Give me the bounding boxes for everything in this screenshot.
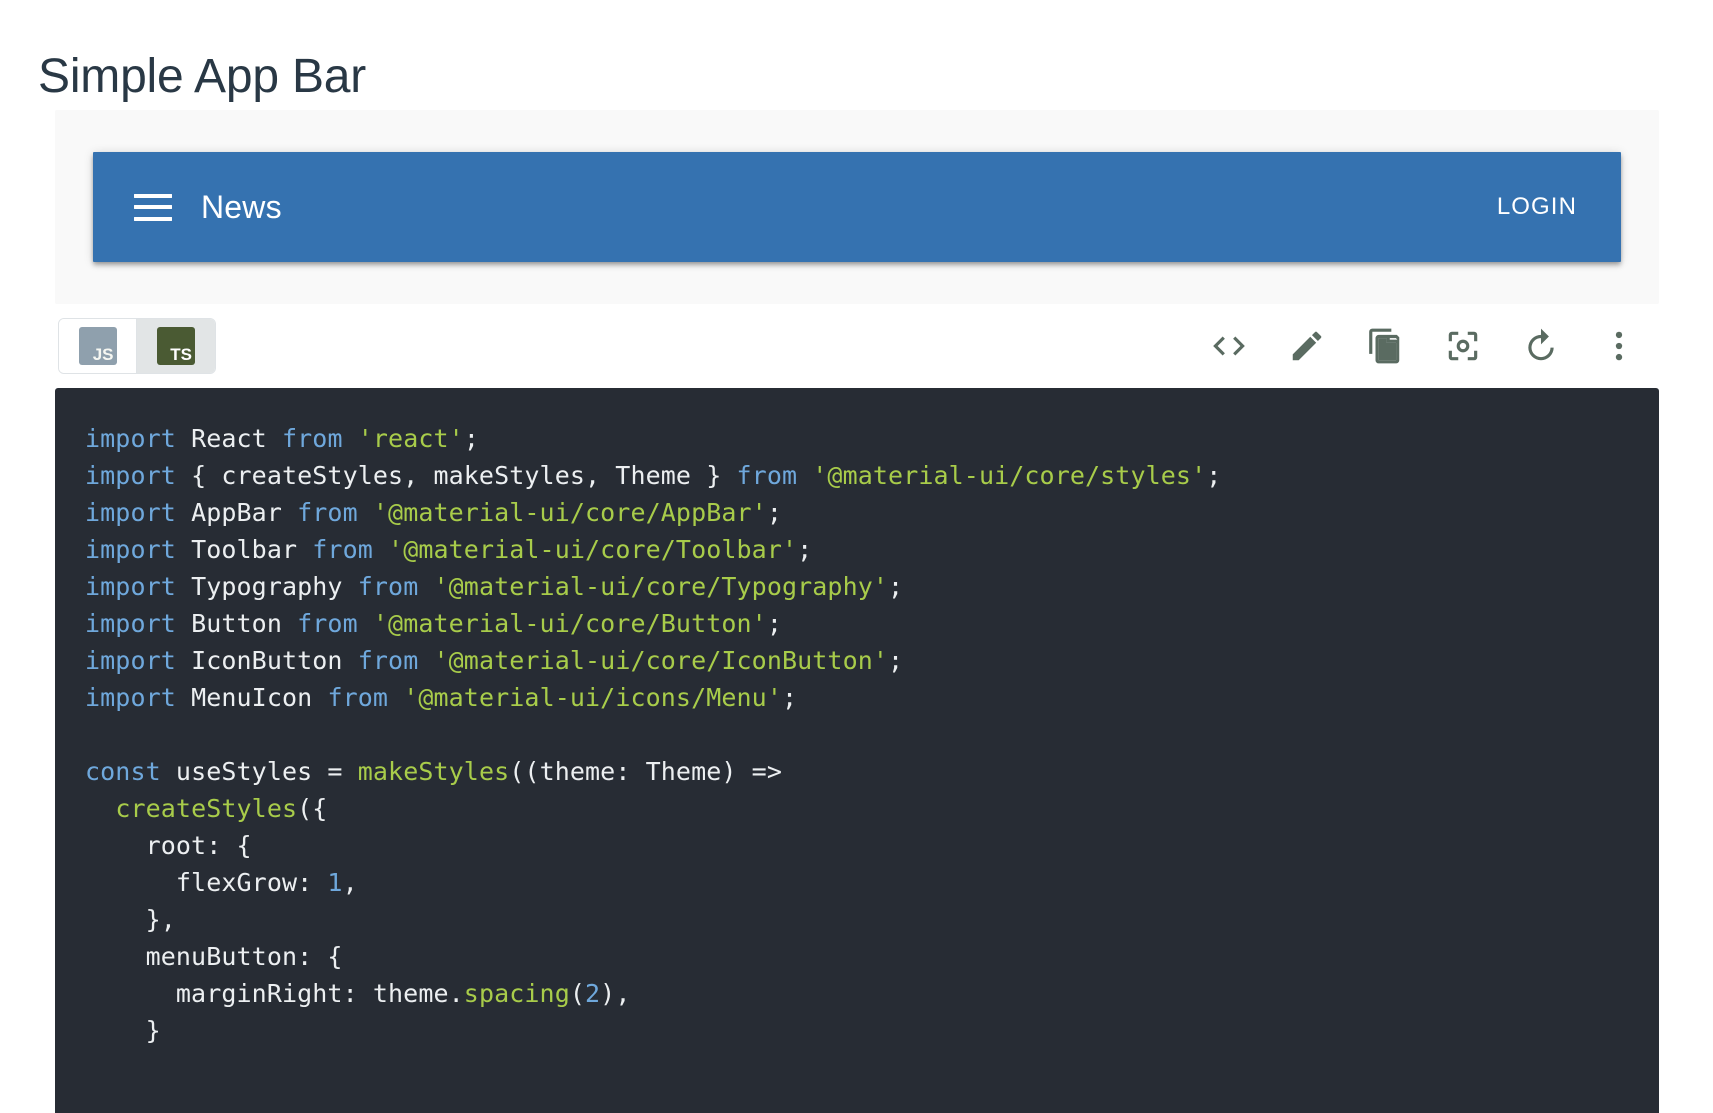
focus-demo-button[interactable] <box>1441 324 1485 368</box>
refresh-reset-icon <box>1528 328 1554 361</box>
ts-logo-icon: TS <box>157 327 195 365</box>
app-bar-title: News <box>201 188 282 225</box>
copy-source-button[interactable] <box>1363 324 1407 368</box>
language-toggle-ts[interactable]: TS <box>137 319 215 373</box>
edit-in-codesandbox-button[interactable] <box>1285 324 1329 368</box>
menu-button[interactable] <box>119 173 187 241</box>
reset-demo-button[interactable] <box>1519 324 1563 368</box>
more-options-button[interactable] <box>1597 324 1641 368</box>
login-button[interactable]: LOGIN <box>1479 181 1595 233</box>
source-code: import React from 'react'; import { crea… <box>85 424 1222 1045</box>
demo-toolbar: JS TS <box>55 318 1659 376</box>
page-root: Simple App Bar News LOGIN JS TS import R… <box>0 0 1713 1113</box>
language-toggle-group: JS TS <box>58 318 216 374</box>
demo-preview-container: News LOGIN <box>55 110 1659 304</box>
app-bar: News LOGIN <box>93 152 1621 262</box>
code-brackets-icon <box>1213 336 1245 356</box>
pencil-edit-icon <box>1292 331 1322 361</box>
more-vert-icon <box>1615 331 1623 361</box>
center-focus-icon <box>1448 331 1478 361</box>
demo-action-icons <box>1207 318 1641 374</box>
page-title: Simple App Bar <box>38 50 367 104</box>
copy-document-icon <box>1369 328 1400 364</box>
js-logo-icon: JS <box>78 327 117 365</box>
language-toggle-js[interactable]: JS <box>59 319 137 373</box>
hamburger-menu-icon <box>134 193 172 221</box>
show-source-button[interactable] <box>1207 324 1251 368</box>
code-block[interactable]: import React from 'react'; import { crea… <box>55 388 1659 1113</box>
